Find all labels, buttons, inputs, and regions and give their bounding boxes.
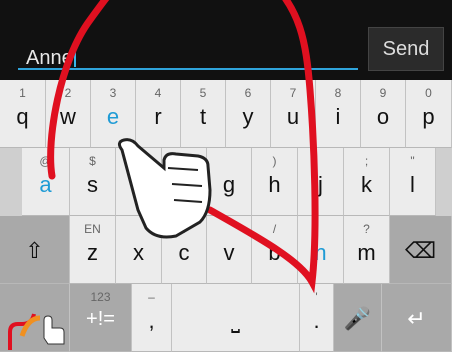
key-w[interactable]: 2w: [46, 80, 91, 148]
message-input-text: Anne: [26, 45, 76, 70]
pointer-hand-icon: [43, 315, 65, 345]
comma-key[interactable]: –,: [132, 284, 172, 352]
key-a[interactable]: @ a: [22, 148, 70, 216]
hand-shape: [117, 138, 212, 239]
key-b-sub: /: [272, 222, 277, 236]
key-w-label: w: [60, 104, 76, 129]
message-input-value: Anne: [26, 47, 73, 69]
key-j[interactable]: j: [298, 148, 344, 216]
key-n-label: n: [314, 240, 327, 265]
key-h-label: h: [268, 172, 281, 197]
key-y-sub: 6: [244, 86, 252, 100]
key-j-label: j: [318, 172, 323, 197]
app-top-bar: Anne Send: [0, 0, 452, 80]
key-t-sub: 5: [199, 86, 207, 100]
shift-icon: ⇧: [25, 238, 44, 263]
period-label: .: [313, 308, 320, 333]
key-b-label: b: [268, 240, 281, 265]
key-c-label: c: [178, 240, 190, 265]
key-o-label: o: [376, 104, 390, 129]
key-l-label: l: [410, 172, 415, 197]
message-input[interactable]: Anne: [18, 36, 358, 70]
key-z-label: z: [87, 240, 98, 265]
key-s-sub: $: [89, 154, 96, 168]
key-u-label: u: [286, 104, 300, 129]
input-underline: [18, 68, 358, 70]
key-i-sub: 8: [334, 86, 342, 100]
period-key[interactable]: '.: [300, 284, 334, 352]
key-p[interactable]: 0p: [406, 80, 452, 148]
space-key[interactable]: ⎵: [172, 284, 300, 352]
gesture-key[interactable]: [0, 284, 70, 352]
key-q-label: q: [16, 104, 29, 129]
microphone-icon: 🎤: [343, 306, 372, 331]
send-button[interactable]: Send: [368, 27, 444, 71]
key-k-label: k: [361, 172, 372, 197]
key-l[interactable]: " l: [390, 148, 436, 216]
comma-label: ,: [148, 308, 155, 333]
key-m[interactable]: ? m: [344, 216, 390, 284]
key-q-sub: 1: [19, 86, 26, 100]
key-m-sub: ?: [363, 222, 370, 236]
key-v-label: v: [223, 240, 235, 265]
key-h[interactable]: ) h: [252, 148, 298, 216]
mic-key[interactable]: 🎤: [334, 284, 382, 352]
key-s-label: s: [87, 172, 98, 197]
key-z-sub: EN: [84, 222, 101, 236]
key-m-label: m: [357, 240, 376, 265]
key-o-sub: 9: [379, 86, 387, 100]
key-k[interactable]: ; k: [344, 148, 390, 216]
key-b[interactable]: / b: [252, 216, 298, 284]
space-bar-icon: ⎵: [231, 308, 240, 333]
symbols-sub: 123: [90, 290, 111, 304]
key-o[interactable]: 9o: [361, 80, 406, 148]
key-p-sub: 0: [425, 86, 432, 100]
enter-icon: ↵: [407, 306, 426, 331]
key-e-sub: 3: [109, 86, 117, 100]
key-t-label: t: [199, 104, 207, 129]
pointing-hand-icon: [117, 138, 212, 239]
key-i-label: i: [335, 104, 341, 129]
gesture-typing-icon: [8, 313, 65, 350]
shift-key[interactable]: ⇧: [0, 216, 70, 284]
gesture-trail-orange: [19, 315, 41, 337]
key-n[interactable]: n: [298, 216, 344, 284]
backspace-icon: ⌫: [404, 238, 437, 263]
key-p-label: p: [422, 104, 435, 129]
enter-key[interactable]: ↵: [382, 284, 452, 352]
comma-sub: –: [148, 290, 155, 304]
key-i[interactable]: 8i: [316, 80, 361, 148]
delete-key[interactable]: ⌫: [390, 216, 452, 284]
key-a-sub: @: [39, 154, 52, 168]
key-w-sub: 2: [64, 86, 72, 100]
key-u-sub: 7: [289, 86, 297, 100]
symbols-label: +!=: [86, 308, 115, 330]
key-r-label: r: [154, 104, 162, 129]
text-caret: [73, 45, 76, 67]
key-l-sub: ": [410, 154, 415, 168]
key-z[interactable]: EN z: [70, 216, 116, 284]
key-q[interactable]: 1q: [0, 80, 46, 148]
symbols-key[interactable]: 123 +!=: [70, 284, 132, 352]
key-e-label: e: [106, 104, 120, 129]
key-u[interactable]: 7u: [271, 80, 316, 148]
key-y-label: y: [242, 104, 254, 129]
key-k-sub: ;: [364, 154, 369, 168]
key-r-sub: 4: [154, 86, 162, 100]
key-s[interactable]: $ s: [70, 148, 116, 216]
key-a-label: a: [39, 172, 52, 197]
key-x-label: x: [133, 240, 144, 265]
period-sub: ': [315, 290, 318, 304]
key-h-sub: ): [272, 154, 277, 168]
